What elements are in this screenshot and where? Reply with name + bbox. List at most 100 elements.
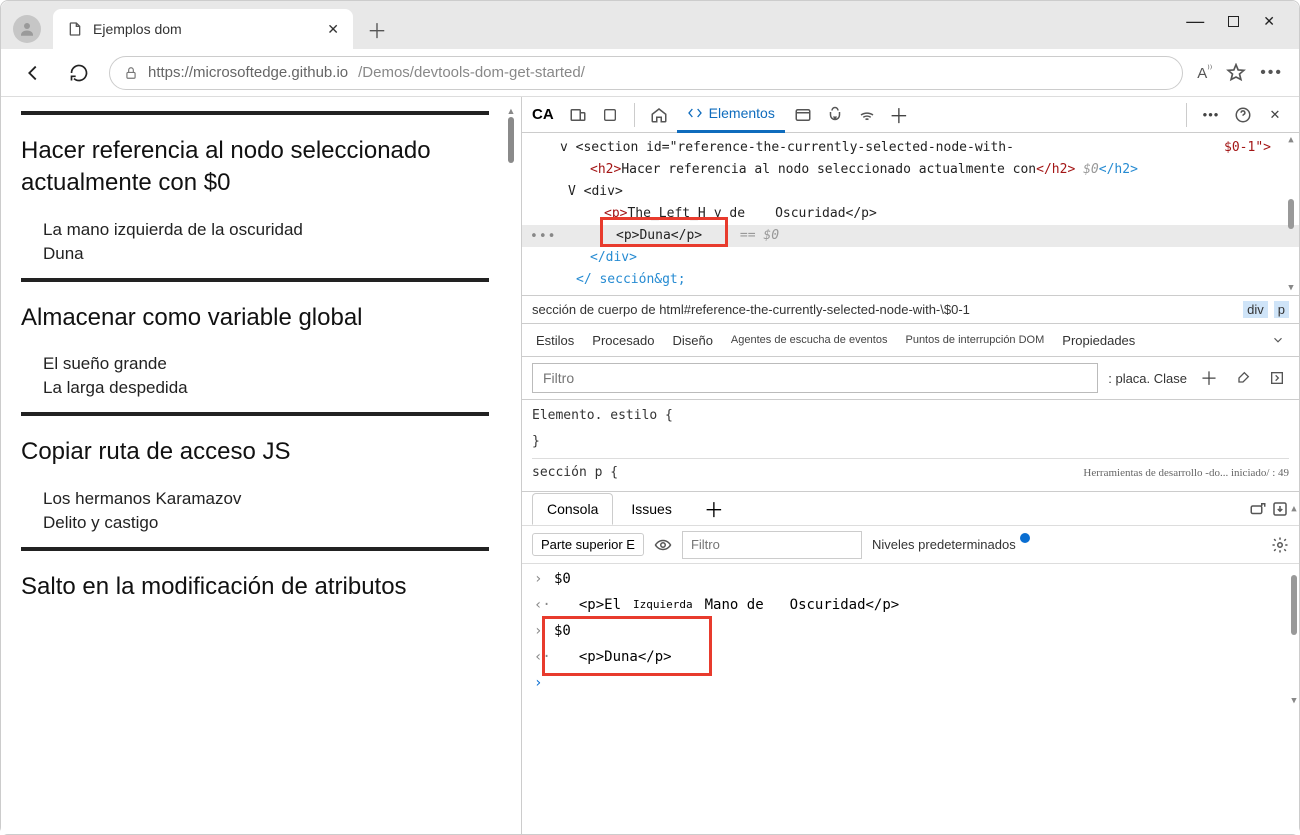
- close-tab-button[interactable]: ✕: [327, 21, 339, 38]
- device-toggle-button[interactable]: [564, 101, 592, 129]
- url-host: https://microsoftedge.github.io: [148, 64, 348, 81]
- styles-filter-row: : placa. Clase ＋ ▲: [522, 357, 1299, 400]
- close-window-button[interactable]: ✕: [1263, 13, 1275, 30]
- add-drawer-tab-button[interactable]: ＋: [690, 493, 738, 525]
- drawer-tabbar: Consola Issues ＋: [522, 492, 1299, 526]
- add-tab-button[interactable]: ＋: [885, 101, 913, 129]
- console-seg: Izquierda: [631, 592, 695, 618]
- dom-ref: $0: [1083, 162, 1099, 177]
- dom-line-suffix: $0-1">: [1224, 137, 1271, 159]
- ellipsis-icon: •••: [530, 229, 556, 244]
- styles-tab-diseno[interactable]: Diseño: [672, 333, 712, 348]
- highlight-box-dom: [600, 217, 728, 247]
- dom-tag-close: </h2>: [1099, 162, 1138, 177]
- list-item: Duna: [43, 244, 489, 264]
- maximize-button[interactable]: [1228, 16, 1239, 27]
- network-tab[interactable]: [853, 101, 881, 129]
- drawer-expand-icon[interactable]: [1249, 500, 1267, 518]
- dom-breadcrumb[interactable]: sección de cuerpo de html#reference-the-…: [522, 295, 1299, 323]
- more-button[interactable]: •••: [1260, 64, 1283, 82]
- list-item: Los hermanos Karamazov: [43, 489, 489, 509]
- styles-filter-input[interactable]: [532, 363, 1098, 393]
- list-item: Delito y castigo: [43, 513, 489, 533]
- inspect-button[interactable]: [596, 101, 624, 129]
- window-controls: — ✕: [1186, 1, 1293, 41]
- page-icon: [67, 21, 83, 37]
- console-seg: <p>El: [559, 592, 623, 618]
- styles-tab-breakpoints[interactable]: Puntos de interrupción DOM: [905, 334, 1044, 346]
- console-scrollbar[interactable]: ▲▼: [1287, 504, 1299, 706]
- computed-toggle-icon[interactable]: [1265, 370, 1289, 386]
- console-drawer: Consola Issues ＋ Parte superior E Nivele…: [522, 491, 1299, 702]
- close-devtools-button[interactable]: ✕: [1261, 101, 1289, 129]
- log-levels-selector[interactable]: Niveles predeterminados: [872, 537, 1030, 552]
- url-path: /Demos/devtools-dom-get-started/: [358, 64, 585, 81]
- new-tab-button[interactable]: ＋: [359, 11, 395, 47]
- devtools-panel: CA Elementos ＋ ••• ✕ ••• v <section id="…: [521, 97, 1299, 834]
- browser-tab[interactable]: Ejemplos dom ✕: [53, 9, 353, 49]
- more-tabs-button[interactable]: [1271, 333, 1285, 347]
- styles-tab-estilos[interactable]: Estilos: [536, 333, 574, 348]
- console-seg: Oscuridad</p>: [774, 592, 902, 618]
- console-output[interactable]: ›$0 ‹· <p>El Izquierda Mano de Oscuridad…: [522, 564, 1299, 702]
- elements-tab-label: Elementos: [709, 105, 775, 121]
- styles-tab-listeners[interactable]: Agentes de escucha de eventos: [731, 334, 888, 346]
- console-toolbar: Parte superior E Niveles predeterminados: [522, 526, 1299, 564]
- section-heading: Salto en la modificación de atributos: [21, 571, 489, 603]
- dom-tree[interactable]: ••• v <section id="reference-the-current…: [522, 133, 1299, 295]
- dom-tag: <h2>: [590, 162, 621, 177]
- minimize-button[interactable]: —: [1186, 11, 1204, 32]
- favorite-button[interactable]: [1226, 63, 1246, 83]
- notification-dot-icon: [1020, 533, 1030, 543]
- styles-tab-props[interactable]: Propiedades: [1062, 333, 1135, 348]
- styles-tab-procesado[interactable]: Procesado: [592, 333, 654, 348]
- welcome-tab[interactable]: [645, 101, 673, 129]
- refresh-button[interactable]: [63, 57, 95, 89]
- dom-tag-close: </ sección&gt;: [576, 272, 686, 287]
- hov-cls-label[interactable]: : placa. Clase: [1108, 371, 1187, 386]
- dom-text: Oscuridad</p>: [745, 206, 877, 221]
- page-scrollbar[interactable]: ▲: [505, 105, 517, 826]
- styles-body: Elemento. estilo { } sección p { Herrami…: [522, 400, 1299, 491]
- elements-tab[interactable]: Elementos: [677, 97, 785, 133]
- dom-line: v <section id="reference-the-currently-s…: [560, 140, 1014, 155]
- section-heading: Almacenar como variable global: [21, 302, 489, 334]
- new-style-button[interactable]: ＋: [1197, 365, 1221, 391]
- style-origin[interactable]: Herramientas de desarrollo -do... inicia…: [1083, 463, 1289, 483]
- console-tab[interactable]: Consola: [532, 493, 613, 525]
- console-filter-input[interactable]: [682, 531, 862, 559]
- console-context-selector[interactable]: Parte superior E: [532, 533, 644, 556]
- console-seg: Mano de: [703, 592, 766, 618]
- dom-line: V <div>: [568, 184, 623, 199]
- dom-scrollbar[interactable]: ▲▼: [1285, 135, 1297, 293]
- live-expression-icon[interactable]: [654, 536, 672, 554]
- language-indicator[interactable]: CA: [532, 106, 554, 123]
- breadcrumb-p[interactable]: p: [1274, 301, 1289, 318]
- breadcrumb-path: sección de cuerpo de html#reference-the-…: [532, 302, 970, 317]
- console-input-line: $0: [554, 566, 571, 592]
- highlight-box-console: [542, 616, 712, 676]
- breadcrumb-div[interactable]: div: [1243, 301, 1268, 318]
- brush-icon[interactable]: [1231, 370, 1255, 386]
- tab-title: Ejemplos dom: [93, 21, 317, 37]
- read-aloud-button[interactable]: A⁾⁾: [1197, 64, 1212, 82]
- styles-scrollbar[interactable]: ▲: [1297, 355, 1299, 415]
- back-button[interactable]: [17, 57, 49, 89]
- list-item: La larga despedida: [43, 378, 489, 398]
- url-field[interactable]: https://microsoftedge.github.io/Demos/de…: [109, 56, 1183, 90]
- issues-tab[interactable]: Issues: [617, 493, 685, 525]
- address-bar: https://microsoftedge.github.io/Demos/de…: [1, 49, 1299, 97]
- style-rule-close: }: [532, 434, 540, 449]
- section-heading: Hacer referencia al nodo seleccionado ac…: [21, 135, 489, 200]
- dom-text: Hacer referencia al nodo seleccionado ac…: [621, 162, 1036, 177]
- style-rule[interactable]: sección p {: [532, 465, 618, 480]
- style-rule[interactable]: Elemento. estilo {: [532, 408, 673, 423]
- sources-tab[interactable]: [821, 101, 849, 129]
- content-area: Hacer referencia al nodo seleccionado ac…: [1, 97, 1299, 834]
- help-button[interactable]: [1229, 101, 1257, 129]
- application-tab[interactable]: [789, 101, 817, 129]
- dom-tag-close: </div>: [590, 250, 637, 265]
- section-heading: Copiar ruta de acceso JS: [21, 436, 489, 468]
- more-tools-button[interactable]: •••: [1197, 101, 1225, 129]
- profile-avatar[interactable]: [13, 15, 41, 43]
